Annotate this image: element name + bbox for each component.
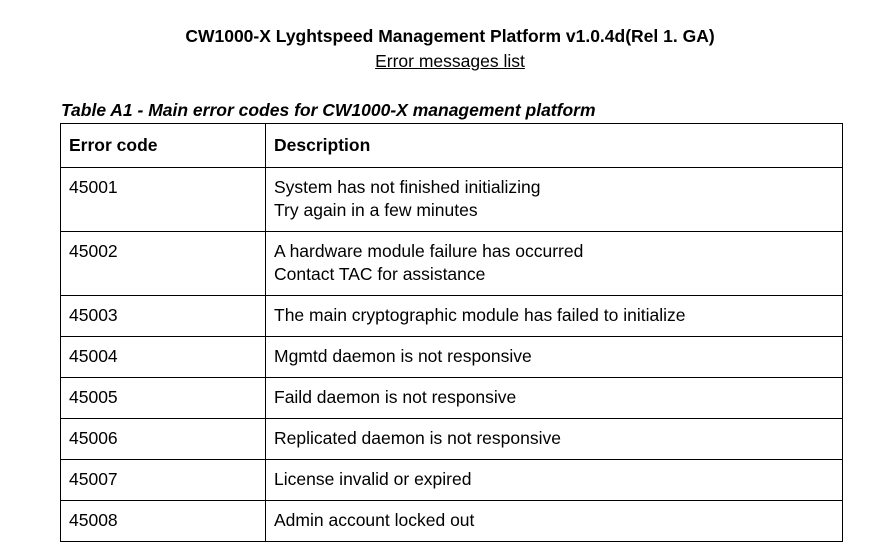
description-line: Faild daemon is not responsive: [274, 387, 517, 407]
description-line: System has not finished initializing: [274, 177, 541, 197]
description-line: Admin account locked out: [274, 510, 475, 530]
table-row: 45006 Replicated daemon is not responsive: [60, 418, 843, 460]
error-code-cell: 45006: [60, 418, 266, 460]
description-cell: Replicated daemon is not responsive: [265, 418, 843, 460]
description-cell: System has not finished initializing Try …: [265, 167, 843, 232]
description-line: License invalid or expired: [274, 469, 472, 489]
description-cell: License invalid or expired: [265, 459, 843, 501]
table-row: 45005 Faild daemon is not responsive: [60, 377, 843, 419]
error-code-cell: 45008: [60, 500, 266, 542]
document-subtitle: Error messages list: [375, 51, 525, 71]
table-row: 45002 A hardware module failure has occur…: [60, 231, 843, 296]
description-line: The main cryptographic module has failed…: [274, 305, 686, 325]
table-header-row: Error code Description: [60, 123, 843, 168]
table-row: 45007 License invalid or expired: [60, 459, 843, 501]
error-code-cell: 45004: [60, 336, 266, 378]
error-codes-table: Error code Description 45001 System has n…: [60, 123, 843, 542]
error-code-cell: 45002: [60, 231, 266, 296]
table-row: 45001 System has not finished initializin…: [60, 167, 843, 232]
description-line: A hardware module failure has occurred: [274, 241, 584, 261]
description-cell: Admin account locked out: [265, 500, 843, 542]
table-caption: Table A1 - Main error codes for CW1000-X…: [61, 100, 596, 120]
error-code-cell: 45003: [60, 295, 266, 337]
description-line: Try again in a few minutes: [274, 200, 478, 220]
description-cell: Faild daemon is not responsive: [265, 377, 843, 419]
description-cell: A hardware module failure has occurred Co…: [265, 231, 843, 296]
description-line: Mgmtd daemon is not responsive: [274, 346, 532, 366]
table-row: 45004 Mgmtd daemon is not responsive: [60, 336, 843, 378]
error-code-cell: 45007: [60, 459, 266, 501]
table-row: 45008 Admin account locked out: [60, 500, 843, 542]
table-row: 45003 The main cryptographic module has f…: [60, 295, 843, 337]
description-line: Contact TAC for assistance: [274, 264, 486, 284]
column-header-description: Description: [265, 123, 843, 168]
document-title: CW1000-X Lyghtspeed Management Platform …: [185, 26, 715, 46]
description-cell: Mgmtd daemon is not responsive: [265, 336, 843, 378]
column-header-error-code: Error code: [60, 123, 266, 168]
description-cell: The main cryptographic module has failed…: [265, 295, 843, 337]
description-line: Replicated daemon is not responsive: [274, 428, 561, 448]
table-body: 45001 System has not finished initializin…: [60, 167, 843, 542]
error-code-cell: 45001: [60, 167, 266, 232]
error-code-cell: 45005: [60, 377, 266, 419]
